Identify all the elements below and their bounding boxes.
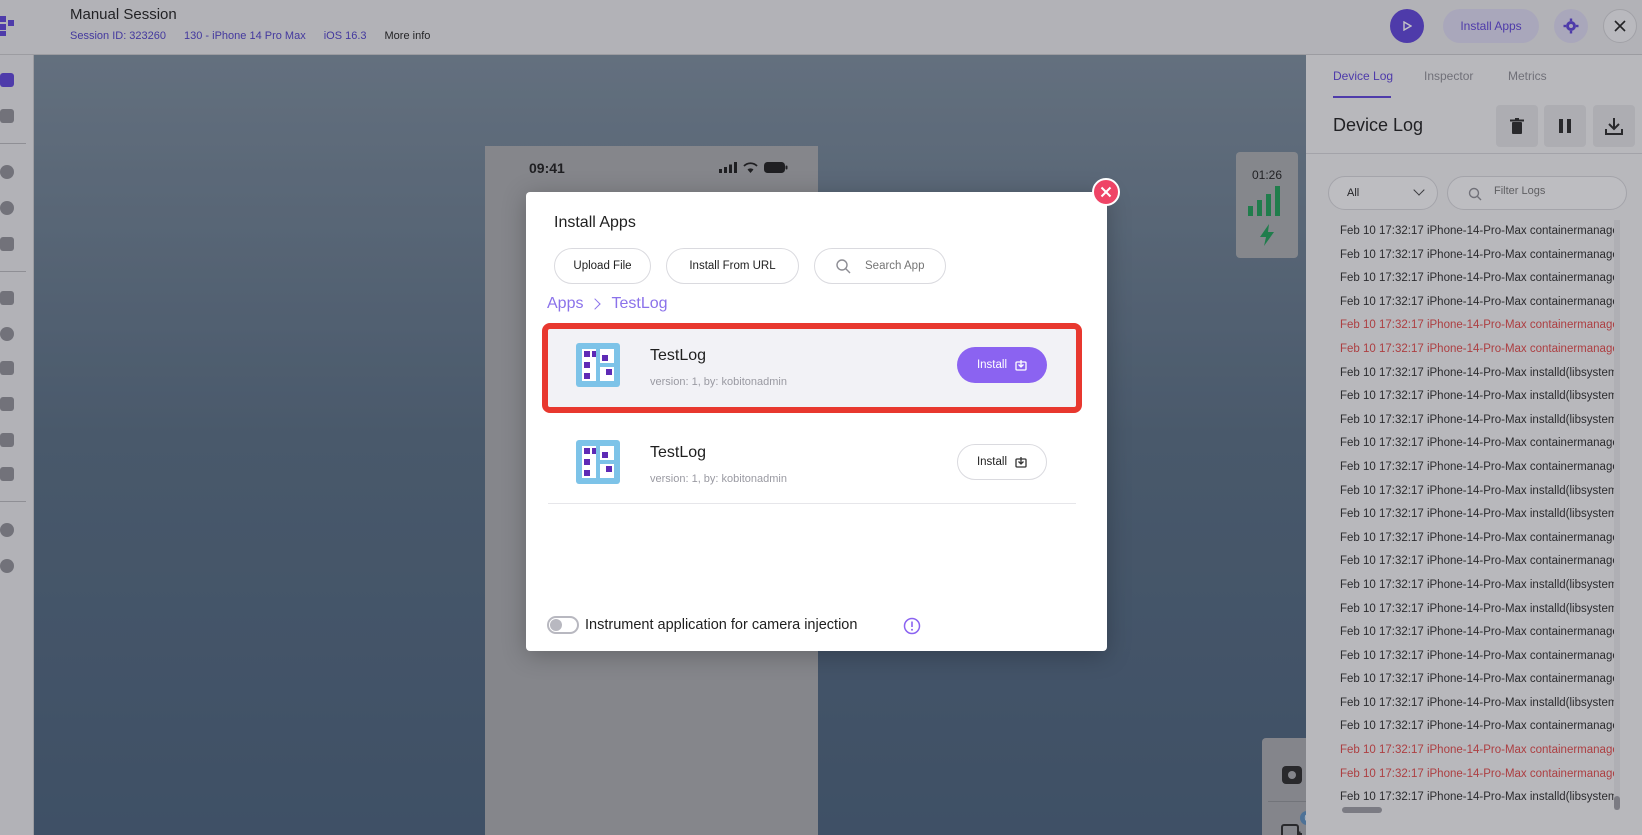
search-icon	[836, 259, 851, 274]
close-modal-button[interactable]	[1092, 178, 1120, 206]
search-app-input[interactable]	[865, 260, 935, 272]
toggle-knob	[550, 619, 562, 631]
install-apps-modal: Install Apps Upload File Install From UR…	[526, 192, 1107, 651]
chevron-right-icon	[589, 298, 602, 310]
app-name: TestLog	[650, 444, 707, 461]
info-icon[interactable]	[903, 617, 921, 635]
close-icon	[1100, 186, 1112, 198]
app-version: version: 1, by: kobitonadmin	[650, 473, 787, 485]
camera-injection-label: Instrument application for camera inject…	[585, 617, 858, 633]
app-logo-icon	[576, 440, 620, 484]
breadcrumb-current: TestLog	[611, 295, 668, 312]
modal-title: Install Apps	[554, 214, 636, 231]
install-icon	[1015, 457, 1027, 468]
highlighted-app-frame	[542, 323, 1082, 413]
app-list-item[interactable]: TestLog version: 1, by: kobitonadmin Ins…	[548, 422, 1076, 504]
instrument-option: Instrument application for camera inject…	[547, 616, 857, 634]
search-app-field[interactable]	[814, 248, 946, 284]
install-label: Install	[976, 456, 1008, 468]
upload-file-button[interactable]: Upload File	[554, 248, 651, 284]
camera-injection-toggle[interactable]	[547, 616, 579, 634]
install-app-button[interactable]: Install	[957, 444, 1047, 480]
breadcrumb-apps[interactable]: Apps	[547, 295, 583, 313]
install-from-url-button[interactable]: Install From URL	[666, 248, 799, 284]
breadcrumb: Apps TestLog	[547, 295, 668, 313]
